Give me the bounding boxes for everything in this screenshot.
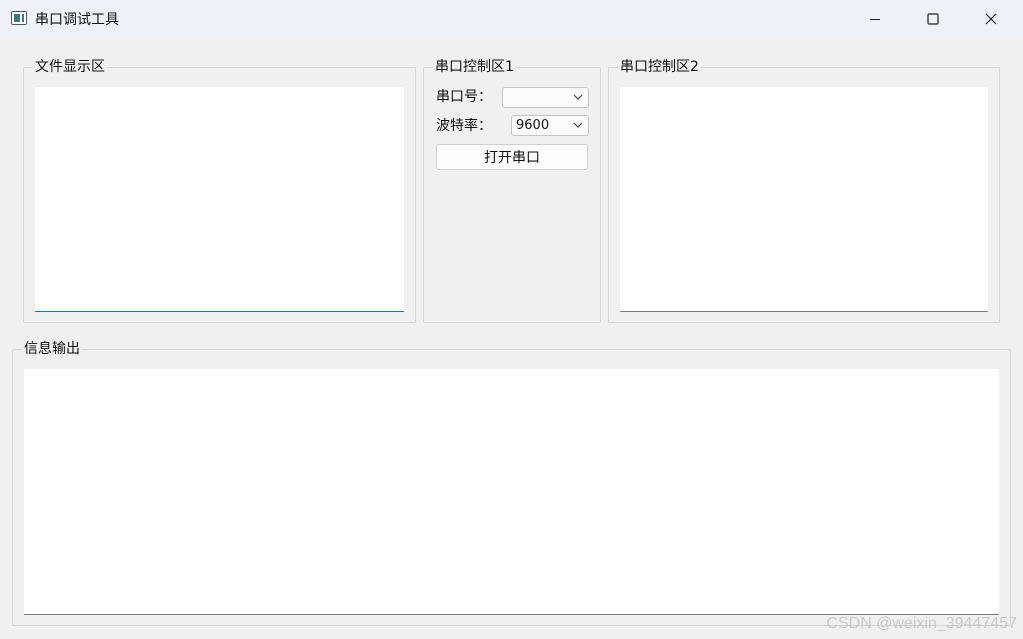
maximize-icon [927, 13, 939, 25]
serial-control-2-title: 串口控制区2 [620, 59, 699, 75]
baud-label: 波特率： [436, 118, 492, 134]
serial-control-1-title: 串口控制区1 [435, 59, 514, 75]
app-window-icon [11, 11, 27, 25]
serial-control-2-textarea[interactable] [620, 87, 988, 312]
close-icon [985, 13, 997, 25]
port-label: 串口号： [436, 89, 492, 105]
file-display-textarea[interactable] [35, 87, 404, 312]
minimize-icon [870, 19, 880, 20]
watermark: CSDN @weixin_39447457 [826, 615, 1017, 632]
output-textarea[interactable] [24, 369, 999, 615]
port-select[interactable] [502, 87, 589, 108]
window-title: 串口调试工具 [35, 12, 119, 28]
chevron-down-icon [573, 122, 583, 128]
file-display-title: 文件显示区 [35, 59, 105, 75]
maximize-button[interactable] [904, 0, 962, 38]
minimize-button[interactable] [846, 0, 904, 38]
baud-select[interactable]: 9600 [511, 115, 589, 136]
close-button[interactable] [962, 0, 1020, 38]
baud-select-value: 9600 [516, 118, 550, 133]
chevron-down-icon [573, 94, 583, 100]
open-port-button[interactable]: 打开串口 [436, 144, 588, 170]
output-title: 信息输出 [24, 341, 80, 357]
title-bar[interactable]: 串口调试工具 [0, 0, 1023, 38]
